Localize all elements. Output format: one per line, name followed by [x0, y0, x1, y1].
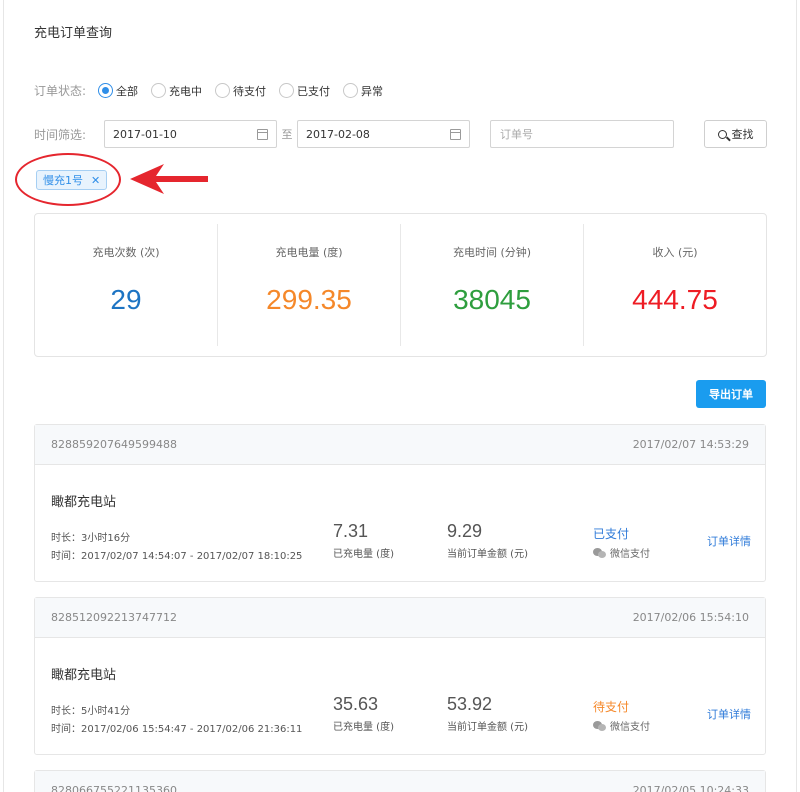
order-card-header: 828859207649599488 2017/02/07 14:53:29: [35, 425, 765, 465]
order-datetime: 2017/02/06 15:54:10: [632, 611, 749, 624]
status-option-label: 异常: [361, 84, 383, 98]
page-title: 充电订单查询: [34, 26, 113, 41]
amount-metric: 53.92 当前订单金额 (元): [447, 694, 528, 733]
order-detail-link[interactable]: 订单详情: [707, 706, 751, 722]
status-filter-row: 订单状态: 全部 充电中 待支付 已支付 异常: [34, 82, 396, 99]
order-card: 828859207649599488 2017/02/07 14:53:29 瞰…: [34, 424, 766, 582]
status-radio-abnormal[interactable]: 异常: [343, 83, 383, 99]
stat-label: 充电时间 (分钟): [452, 246, 532, 259]
wechat-icon: [593, 720, 607, 731]
station-name: 瞰都充电站: [51, 668, 117, 683]
amount-label: 当前订单金额 (元): [447, 549, 528, 560]
energy-metric: 7.31 已充电量 (度): [333, 521, 394, 560]
order-id: 828859207649599488: [51, 438, 177, 451]
status-option-label: 待支付: [233, 84, 266, 98]
energy-metric: 35.63 已充电量 (度): [333, 694, 394, 733]
order-card-body: 瞰都充电站 时长：3小时16分 时间：2017/02/07 14:54:07 -…: [35, 465, 765, 581]
payment-label: 微信支付: [610, 722, 650, 733]
order-id: 828066755221135360: [51, 784, 177, 792]
status-radio-pending[interactable]: 待支付: [215, 83, 266, 99]
radio-icon: [215, 83, 230, 98]
stat-income: 收入 (元) 444.75: [584, 224, 766, 346]
stat-label: 充电电量 (度): [275, 246, 343, 259]
stat-value: 29: [110, 284, 142, 315]
amount-value: 53.92: [447, 694, 493, 714]
order-card: 828512092213747712 2017/02/06 15:54:10 瞰…: [34, 597, 766, 755]
annotation-arrow-icon: [130, 164, 208, 194]
stat-charge-count: 充电次数 (次) 29: [35, 224, 218, 346]
stat-charge-energy: 充电电量 (度) 299.35: [218, 224, 401, 346]
wechat-icon: [593, 547, 607, 558]
stat-label: 收入 (元): [652, 246, 698, 259]
stat-label: 充电次数 (次): [92, 246, 160, 259]
date-separator: 至: [281, 128, 293, 141]
stats-panel: 充电次数 (次) 29 充电电量 (度) 299.35 充电时间 (分钟) 38…: [34, 213, 767, 357]
export-orders-button[interactable]: 导出订单: [696, 380, 766, 408]
stat-value: 444.75: [632, 284, 718, 315]
stat-charge-time: 充电时间 (分钟) 38045: [401, 224, 584, 346]
order-time-range: 时间：2017/02/07 14:54:07 - 2017/02/07 18:1…: [51, 551, 303, 562]
order-datetime: 2017/02/05 10:24:33: [632, 784, 749, 792]
amount-metric: 9.29 当前订单金额 (元): [447, 521, 528, 560]
status-radio-all[interactable]: 全部: [98, 83, 138, 99]
amount-value: 9.29: [447, 521, 483, 541]
order-detail-link[interactable]: 订单详情: [707, 533, 751, 549]
date-from-input[interactable]: 2017-01-10: [104, 120, 277, 148]
station-name: 瞰都充电站: [51, 495, 117, 510]
calendar-icon[interactable]: [257, 128, 268, 140]
radio-icon: [151, 83, 166, 98]
order-duration: 时长：3小时16分: [51, 533, 131, 544]
energy-value: 7.31: [333, 521, 369, 541]
order-duration: 时长：5小时41分: [51, 706, 131, 717]
order-number-placeholder: 订单号: [500, 128, 533, 141]
calendar-icon[interactable]: [450, 128, 461, 140]
time-filter-label: 时间筛选:: [34, 127, 87, 142]
order-time-range: 时间：2017/02/06 15:54:47 - 2017/02/06 21:3…: [51, 724, 303, 735]
payment-method: 微信支付: [593, 545, 650, 560]
search-button-label: 查找: [731, 128, 754, 141]
energy-label: 已充电量 (度): [333, 722, 394, 733]
payment-label: 微信支付: [610, 549, 650, 560]
date-to-input[interactable]: 2017-02-08: [297, 120, 470, 148]
radio-icon: [343, 83, 358, 98]
radio-icon: [279, 83, 294, 98]
stat-value: 38045: [453, 284, 531, 315]
radio-checked-icon: [98, 83, 113, 98]
order-id: 828512092213747712: [51, 611, 177, 624]
order-number-input[interactable]: 订单号: [490, 120, 674, 148]
status-filter-label: 订单状态:: [34, 84, 87, 98]
status-radio-charging[interactable]: 充电中: [151, 83, 202, 99]
status-option-label: 已支付: [297, 84, 330, 98]
status-option-label: 充电中: [169, 84, 202, 98]
annotation-circle: [15, 153, 121, 206]
date-to-value: 2017-02-08: [306, 127, 370, 141]
order-card-header: 828066755221135360 2017/02/05 10:24:33: [35, 771, 765, 792]
annotation-arrow-shape: [130, 164, 208, 194]
payment-method: 微信支付: [593, 718, 650, 733]
stat-value: 299.35: [266, 284, 352, 315]
energy-value: 35.63: [333, 694, 379, 714]
order-card-header: 828512092213747712 2017/02/06 15:54:10: [35, 598, 765, 638]
order-status: 待支付: [593, 700, 630, 714]
time-filter-row: 时间筛选: 2017-01-10 至 2017-02-08: [34, 120, 470, 148]
search-icon: [717, 129, 727, 139]
order-card: 828066755221135360 2017/02/05 10:24:33: [34, 770, 766, 792]
energy-label: 已充电量 (度): [333, 549, 394, 560]
status-radio-paid[interactable]: 已支付: [279, 83, 330, 99]
amount-label: 当前订单金额 (元): [447, 722, 528, 733]
order-status: 已支付: [593, 527, 630, 541]
search-button[interactable]: 查找: [704, 120, 767, 148]
order-card-body: 瞰都充电站 时长：5小时41分 时间：2017/02/06 15:54:47 -…: [35, 638, 765, 754]
order-datetime: 2017/02/07 14:53:29: [632, 438, 749, 451]
date-from-value: 2017-01-10: [113, 127, 177, 141]
status-option-label: 全部: [116, 84, 138, 98]
